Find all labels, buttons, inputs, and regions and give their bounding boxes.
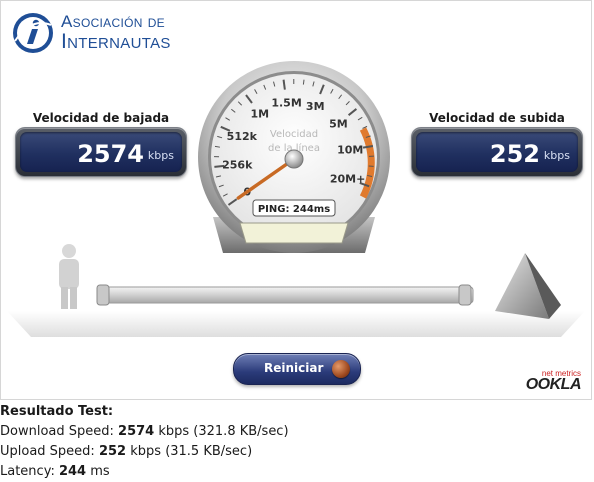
speed-gauge: 0256k512k1M1.5M3M5M10M20M+ Velocidad de … — [195, 57, 393, 257]
results-latency-line: Latency: 244 ms — [0, 462, 594, 482]
results-upload-line: Upload Speed: 252 kbps (31.5 KB/sec) — [0, 442, 594, 462]
restart-knob-icon — [332, 360, 350, 378]
gauge-tick-label: 3M — [306, 100, 325, 113]
ping-label: PING: 244ms — [258, 204, 330, 215]
track-tube — [97, 287, 473, 303]
gauge-major-tick — [284, 80, 285, 90]
restart-button-label: Reiniciar — [264, 361, 323, 375]
track-right-cap — [459, 285, 471, 305]
results-section: Resultado Test: Download Speed: 2574 kbp… — [0, 402, 594, 482]
upload-speed-unit: kbps — [544, 149, 570, 162]
ookla-logo: net metrics OOKLA — [513, 369, 583, 395]
download-speed-value: 2574 — [77, 140, 144, 168]
results-upload-rest: kbps (31.5 KB/sec) — [130, 444, 252, 459]
download-title: Velocidad de bajada — [15, 111, 187, 125]
gauge-hub — [285, 150, 303, 168]
gauge-minor-tick — [303, 80, 304, 85]
results-latency-label: Latency: — [0, 464, 55, 479]
upload-panel-inner: 252 kbps — [416, 132, 578, 172]
logo-text-line2: Internautas — [61, 30, 171, 54]
gauge-tick-label: 256k — [222, 159, 253, 172]
speedtest-widget: Asociación de Internautas Velocidad de b… — [0, 0, 592, 400]
connection-track — [1, 233, 591, 343]
download-speed-panel: 2574 kbps — [15, 127, 187, 177]
gauge-tick-label: 10M — [337, 144, 363, 157]
download-panel-inner: 2574 kbps — [20, 132, 182, 172]
results-download-value: 2574 — [118, 424, 154, 439]
user-figure-icon — [59, 244, 79, 309]
upload-title: Velocidad de subida — [411, 111, 583, 125]
gauge-tick-label: 5M — [329, 117, 348, 130]
results-upload-label: Upload Speed: — [0, 444, 95, 459]
results-download-line: Download Speed: 2574 kbps (321.8 KB/sec) — [0, 422, 594, 442]
results-latency-rest: ms — [90, 464, 109, 479]
gauge-tick-label: 1.5M — [271, 96, 301, 109]
upload-speed-value: 252 — [490, 140, 540, 168]
results-download-label: Download Speed: — [0, 424, 114, 439]
download-speed-unit: kbps — [148, 149, 174, 162]
track-floor — [7, 311, 585, 337]
restart-button[interactable]: Reiniciar — [233, 353, 361, 385]
upload-speed-panel: 252 kbps — [411, 127, 583, 177]
server-pyramid-icon — [495, 253, 561, 319]
results-upload-value: 252 — [99, 444, 126, 459]
results-latency-value: 244 — [59, 464, 86, 479]
results-heading: Resultado Test: — [0, 402, 594, 422]
gauge-tick-label: 1M — [250, 107, 269, 120]
gauge-center-label-line1: Velocidad — [270, 129, 318, 140]
results-download-rest: kbps (321.8 KB/sec) — [158, 424, 288, 439]
internautas-i-logo-icon — [11, 11, 55, 55]
asociacion-internautas-logo: Asociación de Internautas — [11, 9, 211, 53]
logo-text-line1: Asociación de — [61, 12, 165, 32]
ookla-brand-text: OOKLA — [526, 376, 581, 394]
gauge-tick-label: 512k — [227, 130, 258, 143]
track-left-cap — [97, 285, 109, 305]
gauge-tick-label: 20M+ — [330, 172, 365, 185]
